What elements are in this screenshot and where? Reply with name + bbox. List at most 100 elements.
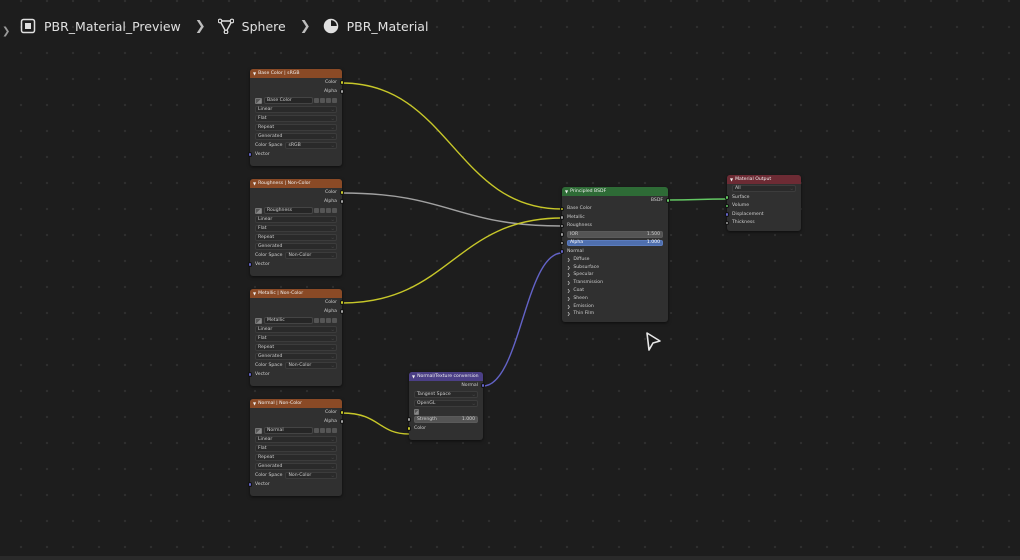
sidebar-toggle-icon[interactable]: ❯ (2, 26, 10, 37)
horizontal-scrollbar[interactable] (0, 556, 1020, 560)
color-output-socket[interactable] (339, 190, 345, 195)
image-texture-node-roughness[interactable]: ▼ Roughness | Non-Color Color Alpha Rough… (247, 179, 345, 276)
image-selector[interactable]: Base Color (255, 96, 337, 105)
node-header[interactable]: ▼ Normal/Texture conversion (409, 372, 483, 381)
ior-input-socket[interactable] (559, 232, 565, 237)
source-dropdown[interactable]: Generated ⌵ (255, 352, 337, 361)
open-folder-icon[interactable] (326, 98, 331, 103)
convention-dropdown[interactable]: OpenGL ⌵ (414, 399, 478, 408)
unlink-icon[interactable] (332, 428, 337, 433)
image-selector[interactable]: Metallic (255, 316, 337, 325)
new-image-icon[interactable] (320, 98, 325, 103)
collapse-icon[interactable]: ▼ (730, 177, 733, 182)
panel-specular[interactable]: ❯ Specular (562, 271, 668, 279)
displacement-input-socket[interactable] (724, 212, 730, 217)
panel-thin-film[interactable]: ❯ Thin Film (562, 310, 668, 318)
source-dropdown[interactable]: Generated ⌵ (255, 242, 337, 251)
node-header[interactable]: ▼ Metallic | Non-Color (250, 289, 342, 298)
alpha-input-socket[interactable] (559, 240, 565, 246)
normal-map-node[interactable]: ▼ Normal/Texture conversion Normal Tangen… (406, 372, 486, 440)
projection-dropdown[interactable]: Flat ⌵ (255, 334, 337, 343)
extension-dropdown[interactable]: Repeat ⌵ (255, 453, 337, 462)
new-image-icon[interactable] (320, 208, 325, 213)
extension-dropdown[interactable]: Repeat ⌵ (255, 123, 337, 132)
collapse-icon[interactable]: ▼ (253, 291, 256, 296)
image-selector[interactable]: Roughness (255, 206, 337, 215)
image-name-field[interactable]: Roughness (264, 207, 313, 214)
color-space-dropdown[interactable]: Non-Color ⌵ (285, 472, 337, 479)
bsdf-output-socket[interactable] (665, 198, 671, 203)
collapse-icon[interactable]: ▼ (565, 189, 568, 194)
projection-dropdown[interactable]: Flat ⌵ (255, 224, 337, 233)
thickness-input-socket[interactable] (724, 220, 730, 226)
collapse-icon[interactable]: ▼ (253, 181, 256, 186)
metallic-input-socket[interactable] (559, 215, 565, 220)
panel-emission[interactable]: ❯ Emission (562, 302, 668, 310)
projection-dropdown[interactable]: Flat ⌵ (255, 114, 337, 123)
panel-coat[interactable]: ❯ Coat (562, 287, 668, 295)
principled-bsdf-node[interactable]: ▼ Principled BSDF BSDF Base Color Metalli… (559, 187, 671, 322)
projection-dropdown[interactable]: Flat ⌵ (255, 444, 337, 453)
fake-user-icon[interactable] (314, 208, 319, 213)
breadcrumb-object[interactable]: PBR_Material_Preview (44, 19, 181, 34)
breadcrumb-material[interactable]: PBR_Material (347, 19, 429, 34)
ior-slider[interactable]: IOR 1.500 (559, 230, 663, 239)
unlink-icon[interactable] (332, 98, 337, 103)
strength-input-socket[interactable] (406, 417, 412, 422)
interpolation-dropdown[interactable]: Linear ⌵ (255, 435, 337, 444)
panel-subsurface[interactable]: ❯ Subsurface (562, 263, 668, 271)
alpha-output-socket[interactable] (339, 89, 345, 94)
extension-dropdown[interactable]: Repeat ⌵ (255, 343, 337, 352)
node-header[interactable]: ▼ Principled BSDF (562, 187, 668, 196)
panel-diffuse[interactable]: ❯ Diffuse (562, 256, 668, 264)
image-texture-node-metallic[interactable]: ▼ Metallic | Non-Color Color Alpha Metall… (247, 289, 345, 386)
color-output-socket[interactable] (339, 300, 345, 305)
interpolation-dropdown[interactable]: Linear ⌵ (255, 105, 337, 114)
color-output-socket[interactable] (339, 410, 345, 415)
open-folder-icon[interactable] (326, 428, 331, 433)
unlink-icon[interactable] (332, 318, 337, 323)
material-output-node[interactable]: ▼ Material Output All ⌵ Surface Volume Dis… (724, 175, 801, 231)
node-header[interactable]: ▼ Material Output (727, 175, 801, 184)
alpha-output-socket[interactable] (339, 199, 345, 204)
color-space-dropdown[interactable]: Non-Color ⌵ (285, 252, 337, 259)
open-folder-icon[interactable] (326, 318, 331, 323)
collapse-icon[interactable]: ▼ (253, 401, 256, 406)
space-dropdown[interactable]: Tangent Space ⌵ (414, 390, 478, 399)
volume-input-socket[interactable] (724, 203, 730, 209)
vector-input-socket[interactable] (247, 152, 253, 157)
panel-transmission[interactable]: ❯ Transmission (562, 279, 668, 287)
normal-output-socket[interactable] (480, 383, 486, 388)
alpha-slider[interactable]: Alpha 1.000 (559, 239, 663, 248)
vector-input-socket[interactable] (247, 372, 253, 377)
image-name-field[interactable]: Metallic (264, 317, 313, 324)
image-texture-node-base-color[interactable]: ▼ Base Color | sRGB Color Alpha Base Colo… (247, 69, 345, 166)
fake-user-icon[interactable] (314, 318, 319, 323)
open-folder-icon[interactable] (326, 208, 331, 213)
normal-input-socket[interactable] (559, 249, 565, 254)
vector-input-socket[interactable] (247, 262, 253, 267)
collapse-icon[interactable]: ▼ (412, 374, 415, 379)
strength-slider[interactable]: Strength 1.000 (406, 415, 478, 424)
surface-input-socket[interactable] (724, 195, 730, 200)
node-editor-canvas[interactable]: ❯ PBR_Material_Preview ❯ Sphere ❯ PBR_Ma… (0, 0, 1020, 560)
alpha-output-socket[interactable] (339, 309, 345, 314)
fake-user-icon[interactable] (314, 98, 319, 103)
base-color-input-socket[interactable] (559, 206, 565, 212)
new-image-icon[interactable] (320, 428, 325, 433)
image-selector[interactable]: Normal (255, 426, 337, 435)
vector-input-socket[interactable] (247, 482, 253, 487)
color-space-dropdown[interactable]: Non-Color ⌵ (285, 362, 337, 369)
alpha-output-socket[interactable] (339, 419, 345, 424)
image-name-field[interactable]: Normal (264, 427, 313, 434)
target-dropdown[interactable]: All ⌵ (732, 184, 796, 193)
breadcrumb-mesh[interactable]: Sphere (242, 19, 286, 34)
interpolation-dropdown[interactable]: Linear ⌵ (255, 215, 337, 224)
node-header[interactable]: ▼ Roughness | Non-Color (250, 179, 342, 188)
roughness-input-socket[interactable] (559, 223, 565, 229)
source-dropdown[interactable]: Generated ⌵ (255, 132, 337, 141)
interpolation-dropdown[interactable]: Linear ⌵ (255, 325, 337, 334)
panel-sheen[interactable]: ❯ Sheen (562, 294, 668, 302)
node-header[interactable]: ▼ Normal | Non-Color (250, 399, 342, 408)
extension-dropdown[interactable]: Repeat ⌵ (255, 233, 337, 242)
